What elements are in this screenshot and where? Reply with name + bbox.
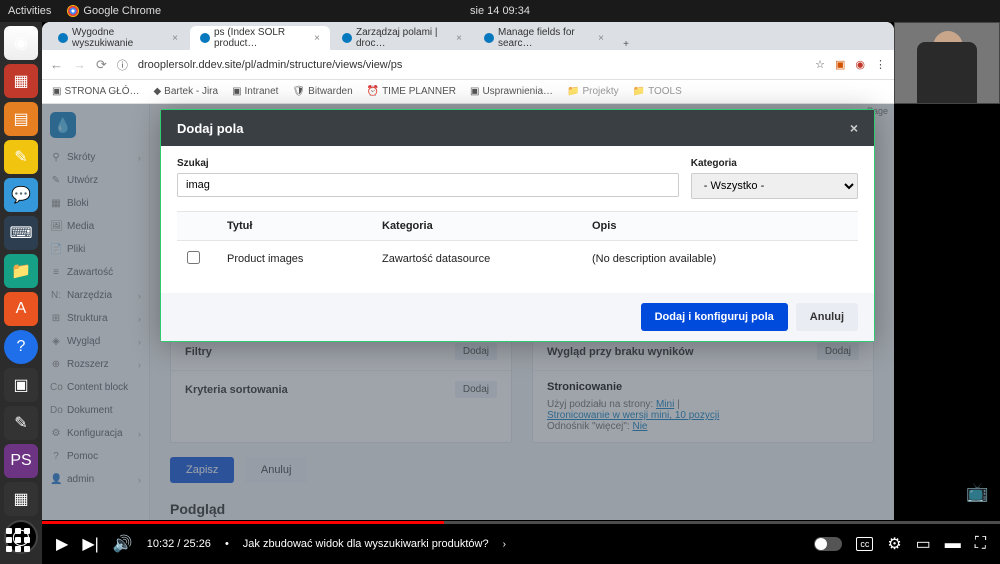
favicon — [58, 33, 68, 43]
settings-button[interactable]: ⚙ — [887, 534, 901, 554]
favicon — [484, 33, 494, 43]
apps-grid-button[interactable] — [6, 528, 36, 558]
close-icon[interactable]: × — [850, 120, 858, 136]
col-title: Tytuł — [227, 220, 382, 232]
chevron-right-icon[interactable]: › — [503, 539, 506, 550]
dock-app-6[interactable]: 📁 — [4, 254, 38, 288]
table-header: Tytuł Kategoria Opis — [177, 211, 858, 241]
close-icon[interactable]: × — [172, 33, 178, 44]
next-button[interactable]: ▶| — [82, 534, 98, 554]
dock-app-7[interactable]: ▣ — [4, 368, 38, 402]
dock-help[interactable]: ? — [4, 330, 38, 364]
browser-tab-0[interactable]: Wygodne wyszukiwanie× — [48, 26, 188, 50]
close-icon[interactable]: × — [456, 33, 462, 44]
browser-tab-3[interactable]: Manage fields for searc…× — [474, 26, 614, 50]
modal-title: Dodaj pola — [177, 121, 243, 136]
address-bar: ← → ⟳ ⓘ drooplersolr.ddev.site/pl/admin/… — [42, 50, 894, 80]
ubuntu-top-bar: Activities Google Chrome sie 14 09:34 — [0, 0, 1000, 22]
category-select[interactable]: - Wszystko - — [691, 173, 858, 199]
dock-chrome[interactable]: ◉ — [4, 26, 38, 60]
add-fields-modal: Dodaj pola × Szukaj Kategoria - Wszystko… — [160, 109, 875, 342]
favicon — [200, 33, 210, 43]
autoplay-toggle[interactable] — [814, 537, 842, 551]
captions-button[interactable]: cc — [856, 537, 873, 551]
new-tab-button[interactable]: + — [616, 39, 636, 50]
dock-app-4[interactable]: 💬 — [4, 178, 38, 212]
forward-button[interactable]: → — [73, 57, 86, 72]
row-title: Product images — [227, 253, 382, 265]
dock-app-2[interactable]: ▤ — [4, 102, 38, 136]
modal-cancel-button[interactable]: Anuluj — [796, 303, 858, 331]
reload-button[interactable]: ⟳ — [96, 57, 107, 73]
dock-phpstorm[interactable]: PS — [4, 444, 38, 478]
tab-strip: Wygodne wyszukiwanie× ps (Index SOLR pro… — [42, 22, 894, 50]
table-row[interactable]: Product images Zawartość datasource (No … — [177, 241, 858, 277]
col-category: Kategoria — [382, 220, 592, 232]
menu-icon[interactable]: ⋮ — [875, 58, 886, 71]
search-label: Szukaj — [177, 158, 679, 169]
clock[interactable]: sie 14 09:34 — [470, 5, 530, 17]
bookmark-1[interactable]: ◆ Bartek - Jira — [153, 86, 218, 97]
ubuntu-dock: ◉ ▦ ▤ ✎ 💬 ⌨ 📁 A ? ▣ ✎ PS ▦ ◯ — [0, 22, 42, 564]
modal-footer: Dodaj i konfiguruj pola Anuluj — [161, 293, 874, 341]
ext-icon-1[interactable]: ▣ — [835, 58, 845, 71]
ext-icon-2[interactable]: ◉ — [855, 58, 865, 71]
dock-app-8[interactable]: ✎ — [4, 406, 38, 440]
browser-tab-2[interactable]: Zarządzaj polami | droc…× — [332, 26, 472, 50]
modal-header: Dodaj pola × — [161, 110, 874, 146]
url-text[interactable]: drooplersolr.ddev.site/pl/admin/structur… — [138, 59, 805, 71]
chrome-icon — [67, 5, 79, 17]
dock-app-3[interactable]: ✎ — [4, 140, 38, 174]
bookmark-3[interactable]: 🛡 Bitwarden — [292, 86, 352, 97]
miniplayer-button[interactable]: ▭ — [916, 534, 931, 554]
bookmark-0[interactable]: ▣ STRONA GŁÓ… — [52, 86, 139, 97]
site-info-icon[interactable]: ⓘ — [117, 57, 128, 73]
theater-button[interactable]: ▬ — [945, 535, 961, 553]
dock-app-1[interactable]: ▦ — [4, 64, 38, 98]
chapter-title[interactable]: Jak zbudować widok dla wyszukiwarki prod… — [243, 538, 489, 550]
dock-app-5[interactable]: ⌨ — [4, 216, 38, 250]
volume-button[interactable]: 🔊 — [113, 534, 133, 554]
col-desc: Opis — [592, 220, 848, 232]
bookmark-4[interactable]: ⏰ TIME PLANNER — [367, 86, 456, 97]
play-button[interactable]: ▶ — [56, 534, 68, 554]
bookmark-2[interactable]: ▣ Intranet — [232, 86, 278, 97]
dock-software[interactable]: A — [4, 292, 38, 326]
bookmark-5[interactable]: ▣ Usprawnienia… — [470, 86, 553, 97]
close-icon[interactable]: × — [598, 33, 604, 44]
row-category: Zawartość datasource — [382, 253, 592, 265]
cast-icon[interactable]: 📺 — [966, 482, 990, 506]
row-desc: (No description available) — [592, 253, 848, 265]
favicon — [342, 33, 352, 43]
search-input[interactable] — [177, 173, 679, 197]
back-button[interactable]: ← — [50, 57, 63, 72]
bookmarks-bar: ▣ STRONA GŁÓ… ◆ Bartek - Jira ▣ Intranet… — [42, 80, 894, 104]
fullscreen-button[interactable]: ⛶ — [975, 535, 986, 553]
chapter-sep: • — [225, 538, 229, 550]
time-display: 10:32 / 25:26 — [147, 538, 211, 550]
youtube-controls: ▶ ▶| 🔊 10:32 / 25:26 • Jak zbudować wido… — [42, 524, 1000, 564]
activities-label[interactable]: Activities — [8, 5, 51, 17]
chrome-window: Wygodne wyszukiwanie× ps (Index SOLR pro… — [42, 22, 894, 520]
drupal-app: 💧 ⚲Skróty› ✎Utwórz ▦Bloki 🖼Media 📄Pliki … — [42, 104, 894, 520]
bookmark-folder-6[interactable]: 📁 Projekty — [567, 86, 619, 97]
row-checkbox[interactable] — [187, 251, 200, 264]
browser-tab-1[interactable]: ps (Index SOLR product…× — [190, 26, 330, 50]
add-configure-button[interactable]: Dodaj i konfiguruj pola — [641, 303, 788, 331]
close-icon[interactable]: × — [314, 33, 320, 44]
current-app: Google Chrome — [67, 5, 161, 17]
dock-app-9[interactable]: ▦ — [4, 482, 38, 516]
webcam-overlay — [894, 22, 1000, 104]
bookmark-folder-7[interactable]: 📁 TOOLS — [633, 86, 682, 97]
category-label: Kategoria — [691, 158, 858, 169]
presenter-body — [917, 42, 977, 104]
star-icon[interactable]: ☆ — [815, 58, 825, 71]
